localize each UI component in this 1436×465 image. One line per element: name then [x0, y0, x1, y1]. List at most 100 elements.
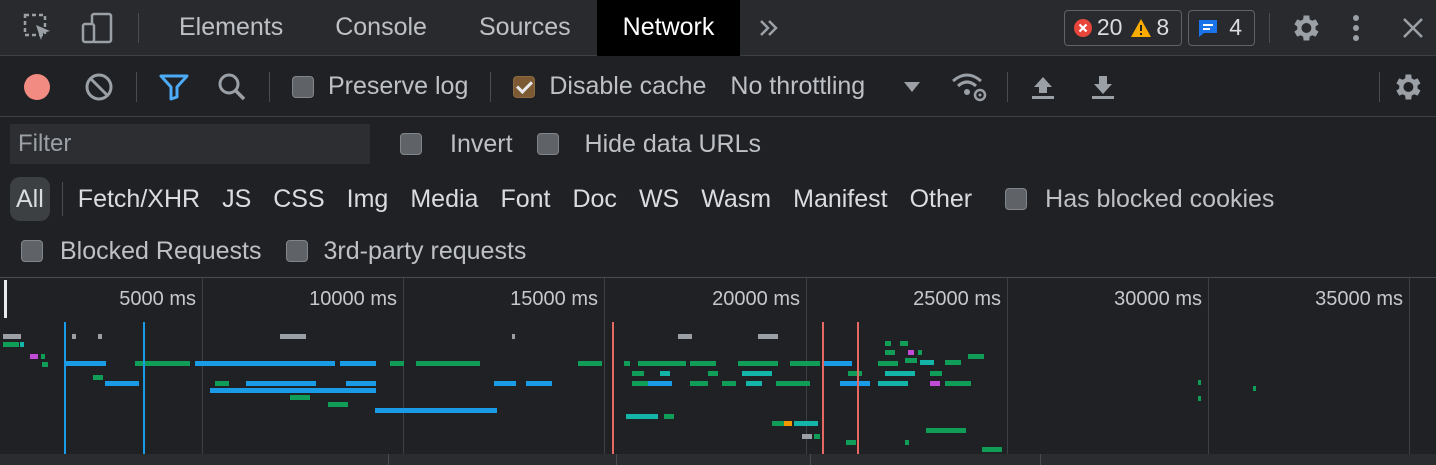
tab-elements[interactable]: Elements — [153, 0, 309, 56]
type-filter-other[interactable]: Other — [899, 177, 984, 221]
issue-counter[interactable]: 20 8 — [1063, 9, 1183, 46]
type-filter-doc[interactable]: Doc — [561, 177, 627, 221]
filter-input[interactable] — [10, 124, 370, 164]
type-filter-manifest[interactable]: Manifest — [782, 177, 898, 221]
request-bar — [742, 371, 772, 376]
strip-divider — [388, 454, 389, 465]
network-overview-timeline[interactable]: 5000 ms 10000 ms 15000 ms 20000 ms 25000 ms 3… — [0, 277, 1436, 465]
network-settings-gear-icon[interactable] — [1390, 70, 1424, 104]
request-bar — [105, 381, 139, 386]
strip-divider — [810, 454, 811, 465]
request-bar — [246, 381, 316, 386]
request-bar — [375, 408, 497, 413]
type-filter-media[interactable]: Media — [399, 177, 489, 221]
request-bar — [930, 371, 942, 376]
request-bar — [195, 361, 335, 366]
preserve-log-checkbox[interactable] — [292, 75, 314, 98]
tab-sources[interactable]: Sources — [453, 0, 597, 56]
timeline-gridline — [1007, 278, 1008, 454]
strip-divider — [616, 454, 617, 465]
dropdown-triangle-icon — [903, 80, 921, 94]
request-bar — [210, 388, 376, 393]
type-filter-label: CSS — [273, 184, 325, 213]
search-icon[interactable] — [217, 72, 247, 102]
type-filter-font[interactable]: Font — [489, 177, 561, 221]
import-upload-icon[interactable] — [1030, 73, 1056, 101]
hide-data-urls-checkbox[interactable] — [536, 133, 559, 155]
tab-network[interactable]: Network — [596, 0, 741, 56]
request-bar — [708, 371, 718, 376]
type-filter-label: Manifest — [793, 184, 888, 213]
request-bar — [648, 381, 672, 386]
third-party-requests-label: 3rd-party requests — [323, 236, 527, 265]
third-party-requests-checkbox[interactable] — [285, 240, 308, 262]
inspect-element-icon[interactable] — [22, 12, 54, 44]
record-icon[interactable] — [22, 72, 52, 102]
type-filter-wasm[interactable]: Wasm — [690, 177, 782, 221]
request-bar — [690, 361, 716, 366]
request-bar — [878, 381, 908, 386]
close-icon[interactable] — [1402, 17, 1424, 39]
disable-cache-checkbox[interactable] — [513, 75, 536, 98]
type-filter-label: Media — [410, 184, 479, 213]
request-bar — [945, 381, 971, 386]
type-filter-css[interactable]: CSS — [262, 177, 335, 221]
network-conditions-icon[interactable] — [949, 71, 989, 103]
has-blocked-cookies-checkbox[interactable] — [1005, 188, 1028, 210]
type-filter-label: Fetch/XHR — [77, 184, 201, 213]
filter-funnel-icon[interactable] — [159, 73, 189, 101]
throttling-value: No throttling — [730, 72, 866, 100]
device-toolbar-icon[interactable] — [80, 11, 114, 45]
request-bar — [905, 358, 917, 363]
blocked-requests-checkbox[interactable] — [21, 240, 43, 262]
settings-gear-icon[interactable] — [1288, 11, 1322, 45]
type-filter-all[interactable]: All — [10, 177, 50, 221]
clear-icon[interactable] — [84, 72, 114, 102]
request-bar — [20, 342, 24, 347]
request-bar — [885, 341, 891, 346]
request-bar — [905, 440, 909, 445]
request-bar — [848, 371, 862, 376]
request-bar — [822, 361, 852, 366]
strip-divider — [1040, 454, 1041, 465]
request-bar — [930, 381, 940, 386]
request-bar — [526, 381, 552, 386]
type-filter-fetch-xhr[interactable]: Fetch/XHR — [67, 177, 211, 221]
more-options-icon[interactable] — [1352, 14, 1360, 42]
more-tabs-icon[interactable] — [758, 17, 780, 39]
tab-console[interactable]: Console — [309, 0, 453, 56]
message-icon — [1197, 18, 1219, 38]
request-bar — [626, 414, 658, 419]
type-filter-label: Img — [346, 184, 389, 213]
type-filter-label: Font — [500, 184, 551, 213]
message-counter[interactable]: 4 — [1188, 9, 1255, 46]
blocked-requests-label: Blocked Requests — [60, 236, 262, 265]
request-bar — [678, 334, 692, 339]
timeline-gridline — [1208, 278, 1209, 454]
error-icon — [1073, 18, 1093, 38]
timeline-tick-label: 30000 ms — [1114, 288, 1202, 310]
timeline-event-marker — [612, 322, 614, 454]
timeline-tick-label: 20000 ms — [712, 288, 800, 310]
request-bar — [814, 434, 820, 439]
preserve-log-label: Preserve log — [328, 72, 469, 100]
request-bar — [746, 381, 762, 386]
throttling-select[interactable]: No throttling — [730, 72, 921, 101]
request-bar — [390, 361, 404, 366]
timeline-tick-label: 35000 ms — [1315, 288, 1403, 310]
timeline-window-handle — [4, 280, 7, 318]
request-bar — [66, 361, 106, 366]
tab-label: Network — [622, 13, 715, 41]
request-bar — [632, 381, 648, 386]
type-filter-ws[interactable]: WS — [628, 177, 690, 221]
type-filter-img[interactable]: Img — [336, 177, 400, 221]
type-filter-js[interactable]: JS — [211, 177, 262, 221]
request-bar — [664, 414, 674, 419]
timeline-tick-label: 10000 ms — [309, 288, 397, 310]
export-download-icon[interactable] — [1090, 73, 1116, 101]
invert-checkbox[interactable] — [400, 133, 422, 155]
request-bar — [3, 334, 21, 339]
type-filter-label: Wasm — [701, 184, 772, 213]
request-bar — [982, 447, 1002, 452]
request-bar — [98, 334, 102, 339]
